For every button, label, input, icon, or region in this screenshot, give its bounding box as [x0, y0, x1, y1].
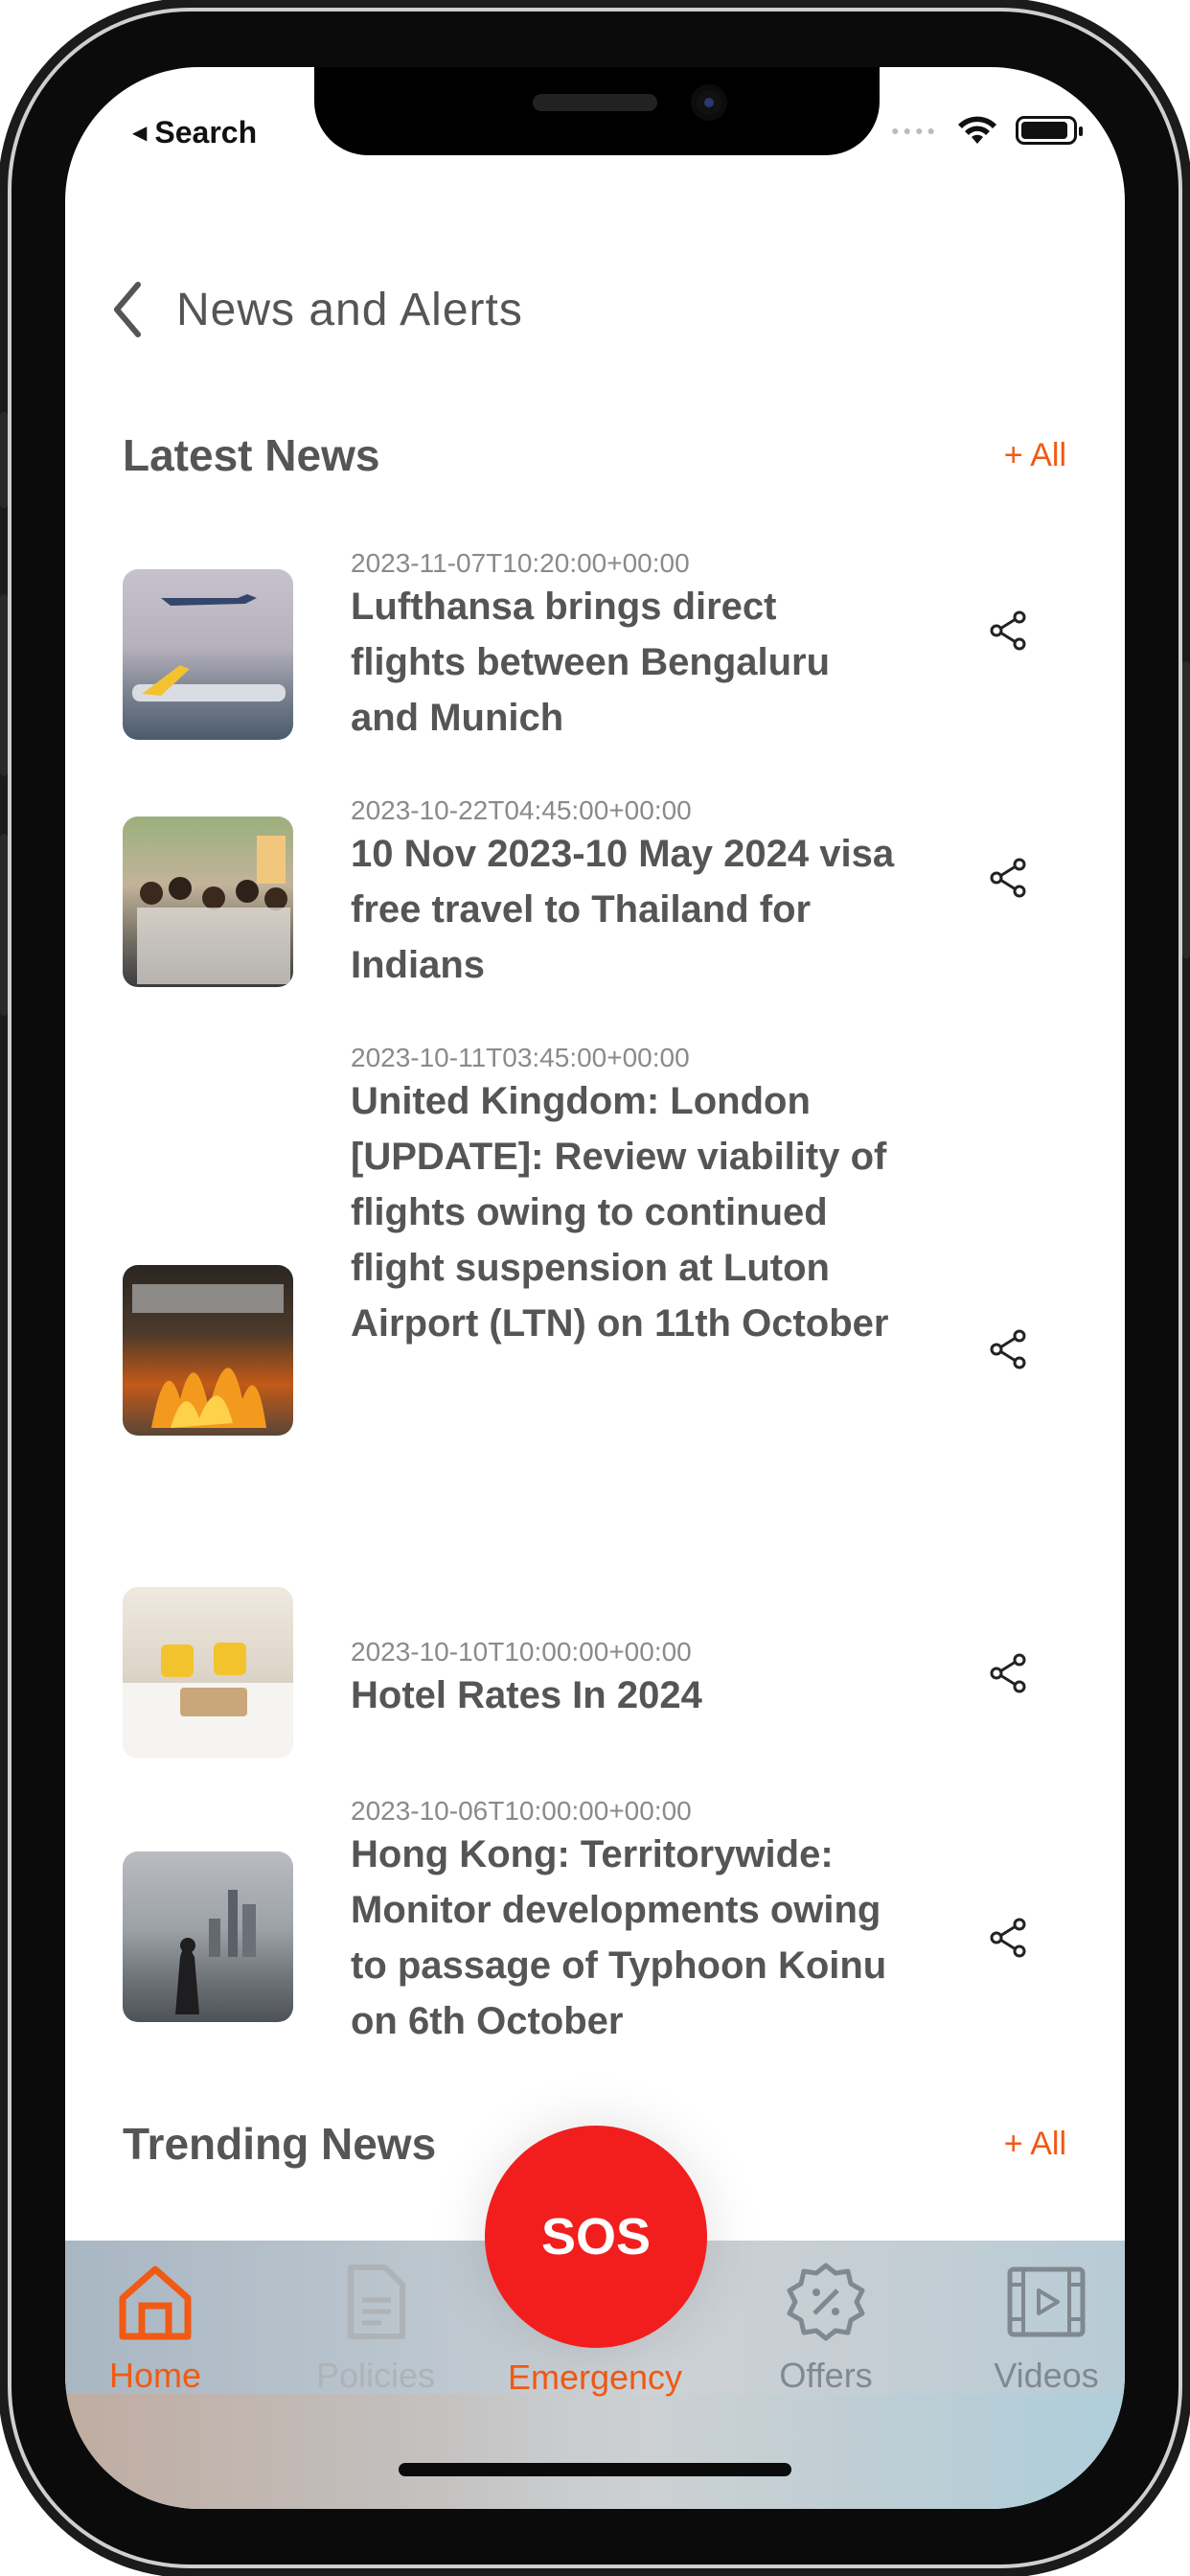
camera — [691, 84, 727, 121]
share-icon[interactable] — [985, 1915, 1031, 1961]
news-date: 2023-10-11T03:45:00+00:00 — [351, 1043, 690, 1072]
share-icon[interactable] — [985, 1650, 1031, 1696]
power-button — [1182, 661, 1190, 958]
tab-home[interactable]: Home — [65, 2262, 251, 2396]
news-date: 2023-11-07T10:20:00+00:00 — [351, 548, 690, 578]
news-thumbnail-fire — [123, 1265, 293, 1436]
discount-badge-icon — [787, 2263, 865, 2341]
speaker-grille — [533, 94, 657, 111]
tab-label: Policies — [315, 2356, 436, 2395]
status-indicators: ●●●● — [891, 115, 1083, 146]
news-title: Lufthansa brings direct flights between … — [351, 586, 831, 739]
home-indicator — [399, 2463, 791, 2476]
page-header: News and Alerts — [103, 276, 523, 343]
signal-dots-icon: ●●●● — [891, 123, 939, 138]
share-icon[interactable] — [985, 1326, 1031, 1372]
news-date: 2023-10-10T10:00:00+00:00 — [351, 1637, 692, 1667]
share-icon[interactable] — [985, 608, 1031, 654]
notch — [314, 67, 880, 155]
tab-emergency[interactable]: Emergency — [499, 2358, 691, 2398]
tab-label: Home — [108, 2356, 202, 2395]
trending-news-see-all-link[interactable]: + All — [1004, 2126, 1066, 2163]
trending-news-title: Trending News — [123, 2119, 437, 2169]
latest-news-header: Latest News + All — [123, 429, 1066, 481]
news-date: 2023-10-06T10:00:00+00:00 — [351, 1796, 692, 1826]
volume-down-button — [0, 834, 8, 1016]
status-back-label: Search — [154, 115, 258, 150]
wifi-icon — [958, 116, 996, 144]
app-screen: ◀ Search ●●●● News and Alerts Latest New… — [65, 67, 1125, 2509]
document-icon — [348, 2265, 405, 2339]
news-date: 2023-10-22T04:45:00+00:00 — [351, 795, 692, 825]
news-title: United Kingdom: London [UPDATE]: Review … — [351, 1080, 889, 1345]
back-triangle-icon: ◀ — [132, 123, 148, 144]
news-thumbnail-typhoon — [123, 1852, 293, 2022]
news-thumbnail-plane — [123, 569, 293, 740]
tab-videos[interactable]: Videos — [950, 2262, 1125, 2396]
news-thumbnail-crowd — [123, 816, 293, 987]
video-icon — [1007, 2266, 1086, 2337]
volume-up-button — [0, 594, 8, 776]
tab-policies[interactable]: Policies — [280, 2262, 471, 2396]
news-title: Hong Kong: Territorywide: Monitor develo… — [351, 1833, 887, 2042]
tab-label: Emergency — [507, 2358, 683, 2397]
back-arrow-icon[interactable] — [103, 276, 151, 343]
battery-icon — [1016, 116, 1083, 145]
tab-label: Offers — [779, 2356, 873, 2395]
sos-button[interactable]: SOS — [485, 2126, 707, 2348]
home-icon — [119, 2266, 192, 2340]
share-icon[interactable] — [985, 855, 1031, 901]
latest-news-title: Latest News — [123, 430, 380, 480]
status-back-to-app[interactable]: ◀ Search — [132, 115, 257, 150]
news-title: 10 Nov 2023-10 May 2024 visa free travel… — [351, 833, 895, 986]
tab-label: Videos — [994, 2356, 1099, 2395]
mute-switch — [0, 412, 8, 508]
latest-news-see-all-link[interactable]: + All — [1004, 437, 1066, 474]
tab-offers[interactable]: Offers — [730, 2262, 922, 2396]
news-title: Hotel Rates In 2024 — [351, 1674, 702, 1716]
page-title: News and Alerts — [176, 284, 523, 335]
news-thumbnail-hotel — [123, 1587, 293, 1758]
